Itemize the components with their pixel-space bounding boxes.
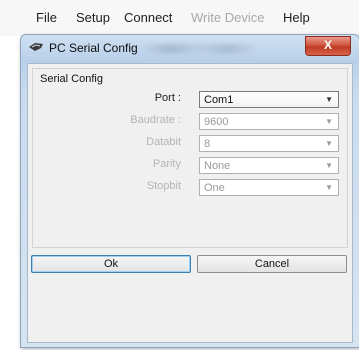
port-value: Com1 xyxy=(204,94,234,106)
menu-write-device[interactable]: Write Device xyxy=(191,10,264,25)
ok-button[interactable]: Ok xyxy=(31,255,191,273)
parity-label: Parity xyxy=(152,158,181,170)
stopbit-value: One xyxy=(204,182,225,194)
chevron-down-icon: ▼ xyxy=(325,161,333,170)
menu-setup[interactable]: Setup xyxy=(76,10,110,25)
serial-config-group: Serial Config Port : Com1 ▼ Baudrate : 9… xyxy=(32,68,348,248)
ok-button-label: Ok xyxy=(103,258,119,270)
app-icon xyxy=(29,43,43,51)
menu-connect[interactable]: Connect xyxy=(124,10,172,25)
stopbit-select: One ▼ xyxy=(199,179,339,196)
dialog-client-area: Serial Config Port : Com1 ▼ Baudrate : 9… xyxy=(27,63,353,343)
stopbit-label: Stopbit xyxy=(146,180,181,192)
pc-serial-config-dialog: PC Serial Config X Serial Config Port : … xyxy=(20,34,359,348)
baudrate-label: Baudrate : xyxy=(130,114,181,126)
menu-file[interactable]: File xyxy=(36,10,57,25)
menu-help[interactable]: Help xyxy=(283,10,310,25)
chevron-down-icon: ▼ xyxy=(325,139,333,148)
group-label: Serial Config xyxy=(40,73,103,85)
cancel-button[interactable]: Cancel xyxy=(197,255,347,273)
databit-label: Databit xyxy=(146,136,181,148)
cancel-button-label: Cancel xyxy=(254,258,290,270)
baudrate-value: 9600 xyxy=(204,116,229,128)
baudrate-select: 9600 ▼ xyxy=(199,113,339,130)
parity-value: None xyxy=(204,160,231,172)
databit-value: 8 xyxy=(204,138,211,150)
menu-bar: File Setup Connect Write Device Help xyxy=(0,0,359,36)
dialog-title: PC Serial Config xyxy=(49,41,138,55)
databit-select: 8 ▼ xyxy=(199,135,339,152)
port-select[interactable]: Com1 ▼ xyxy=(199,91,339,108)
dialog-title-bar[interactable]: PC Serial Config X xyxy=(21,35,359,61)
chevron-down-icon: ▼ xyxy=(325,117,333,126)
parity-select: None ▼ xyxy=(199,157,339,174)
port-label: Port : xyxy=(154,92,181,104)
blurred-title-text xyxy=(139,44,259,53)
chevron-down-icon: ▼ xyxy=(325,183,333,192)
close-icon: X xyxy=(323,38,332,52)
close-button[interactable]: X xyxy=(305,36,351,56)
chevron-down-icon: ▼ xyxy=(325,95,333,104)
